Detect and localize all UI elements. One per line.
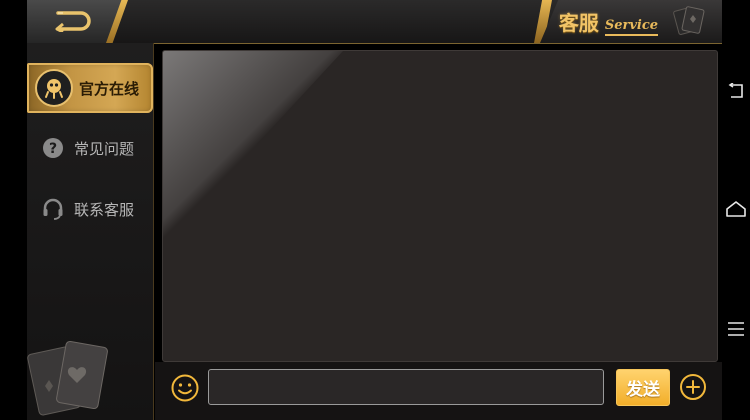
- message-input[interactable]: [208, 369, 604, 405]
- page-title-sub: Service: [604, 18, 658, 36]
- system-back-icon: [728, 83, 743, 98]
- cards-decoration-icon: [673, 6, 705, 35]
- send-button[interactable]: 发送: [616, 369, 670, 406]
- back-button[interactable]: [35, 6, 105, 36]
- sidebar-item-label: 官方在线: [79, 79, 140, 98]
- sidebar-item-faq[interactable]: ? 常见问题: [27, 123, 153, 173]
- system-home-button[interactable]: [722, 197, 750, 221]
- smile-icon: [171, 374, 199, 402]
- system-menu-button[interactable]: [722, 317, 750, 341]
- sidebar-item-official-online[interactable]: 官方在线: [27, 63, 153, 113]
- plus-icon: [680, 374, 706, 400]
- emoji-button[interactable]: [170, 373, 200, 403]
- svg-text:?: ?: [49, 141, 57, 157]
- add-button[interactable]: [679, 373, 707, 401]
- system-menu-icon: [728, 322, 744, 336]
- customer-service-screen: 客服 Service 官方在线 ? 常见问题 联系客服 发送: [0, 0, 750, 420]
- panel-glare: [163, 51, 343, 246]
- page-title: 客服 Service: [559, 7, 658, 36]
- playing-cards-decoration-icon: [27, 340, 108, 416]
- left-letterbox: [0, 0, 27, 420]
- top-bar: 客服 Service: [27, 0, 722, 44]
- page-title-main: 客服: [558, 11, 599, 35]
- question-icon: ?: [40, 135, 66, 161]
- sidebar-item-label: 联系客服: [74, 200, 135, 219]
- back-icon: [55, 11, 91, 32]
- sidebar-item-label: 常见问题: [74, 139, 135, 158]
- system-back-button[interactable]: [722, 79, 750, 103]
- sidebar-item-contact[interactable]: 联系客服: [27, 184, 153, 234]
- system-home-icon: [726, 201, 746, 217]
- headset-icon: [40, 196, 66, 222]
- sidebar: 官方在线 ? 常见问题 联系客服: [27, 43, 154, 420]
- official-online-icon: [35, 69, 73, 107]
- chat-messages-panel: [162, 50, 718, 362]
